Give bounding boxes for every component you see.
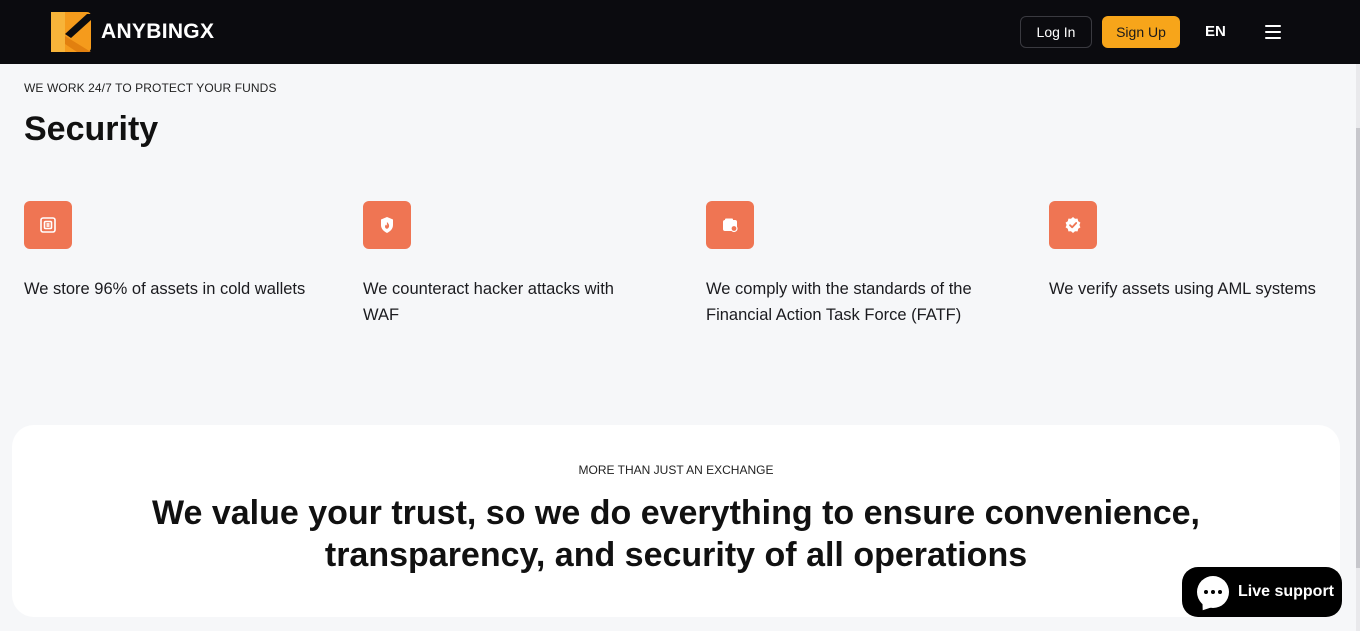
feature-text: We store 96% of assets in cold wallets xyxy=(24,280,306,298)
feature-waf: We counteract hacker attacks with WAF xyxy=(363,201,653,328)
security-title: Security xyxy=(24,110,159,148)
language-selector[interactable]: EN xyxy=(1205,23,1226,40)
feature-text: We verify assets using AML systems xyxy=(1049,280,1316,298)
security-eyebrow: WE WORK 24/7 TO PROTECT YOUR FUNDS xyxy=(24,81,277,95)
signup-button[interactable]: Sign Up xyxy=(1102,16,1180,48)
feature-text: We counteract hacker attacks with WAF xyxy=(363,280,614,324)
hamburger-menu-icon[interactable] xyxy=(1265,25,1281,39)
brand-logo[interactable]: ANYBINGX xyxy=(51,12,214,52)
verified-badge-icon xyxy=(1049,201,1097,249)
wallet-badge-icon xyxy=(706,201,754,249)
live-support-label: Live support xyxy=(1238,583,1335,600)
trust-card: MORE THAN JUST AN EXCHANGE We value your… xyxy=(12,425,1340,617)
trust-eyebrow: MORE THAN JUST AN EXCHANGE xyxy=(578,463,774,477)
feature-aml: We verify assets using AML systems xyxy=(1049,201,1349,302)
trust-headline: We value your trust, so we do everything… xyxy=(152,494,1200,574)
live-support-button[interactable]: Live support xyxy=(1182,567,1342,617)
chat-bubble-icon xyxy=(1197,576,1229,614)
feature-fatf: We comply with the standards of the Fina… xyxy=(706,201,1006,328)
brand-logo-icon xyxy=(51,12,91,52)
page-scrollbar-thumb[interactable] xyxy=(1356,128,1360,568)
top-navigation-bar: ANYBINGX Log In Sign Up EN xyxy=(0,0,1360,64)
login-button[interactable]: Log In xyxy=(1020,16,1092,48)
shield-fire-icon xyxy=(363,201,411,249)
cold-wallet-icon xyxy=(24,201,72,249)
feature-cold-wallets: We store 96% of assets in cold wallets xyxy=(24,201,334,302)
brand-name: ANYBINGX xyxy=(101,20,215,43)
feature-text: We comply with the standards of the Fina… xyxy=(706,280,972,324)
